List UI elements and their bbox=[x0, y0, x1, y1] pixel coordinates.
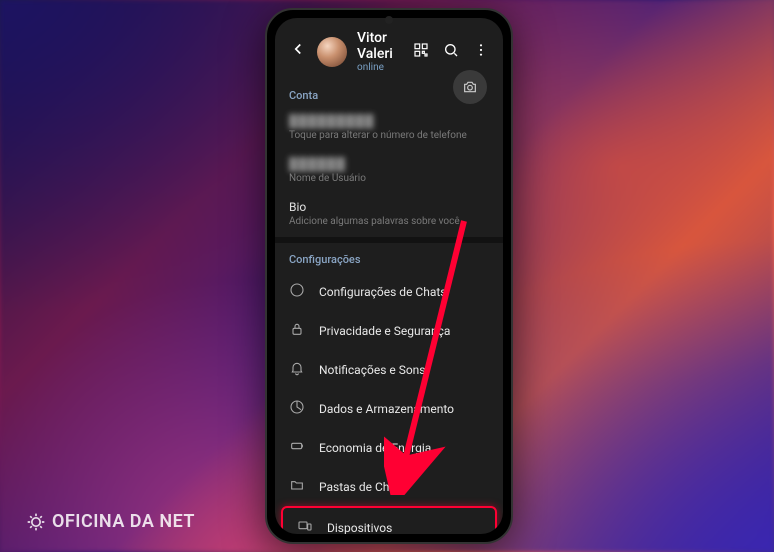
phone-item[interactable]: █████████ Toque para alterar o número de… bbox=[275, 108, 503, 151]
settings-item-label: Privacidade e Segurança bbox=[319, 324, 450, 338]
user-name: Vitor Valeri bbox=[357, 30, 413, 62]
watermark: OFICINA DA NET bbox=[26, 511, 195, 532]
qr-icon[interactable] bbox=[413, 42, 429, 62]
battery-icon bbox=[289, 438, 305, 457]
phone-value: █████████ bbox=[289, 114, 489, 128]
more-icon[interactable] bbox=[473, 42, 489, 62]
folder-icon bbox=[289, 477, 305, 496]
settings-item-data[interactable]: Dados e Armazenamento bbox=[275, 389, 503, 428]
camera-notch bbox=[385, 16, 393, 24]
devices-icon bbox=[297, 518, 313, 534]
settings-item-label: Configurações de Chats bbox=[319, 285, 446, 299]
settings-item-label: Notificações e Sons bbox=[319, 363, 426, 377]
settings-item-label: Dados e Armazenamento bbox=[319, 402, 454, 416]
username-value: ██████ bbox=[289, 157, 489, 171]
chat-icon bbox=[289, 282, 305, 301]
settings-item-privacy[interactable]: Privacidade e Segurança bbox=[275, 311, 503, 350]
settings-list: Configurações de Chats Privacidade e Seg… bbox=[275, 272, 503, 534]
settings-item-notifications[interactable]: Notificações e Sons bbox=[275, 350, 503, 389]
search-icon[interactable] bbox=[443, 42, 459, 62]
settings-item-folders[interactable]: Pastas de Chat bbox=[275, 467, 503, 506]
bio-label: Bio bbox=[289, 200, 489, 214]
app-screen: Vitor Valeri online bbox=[275, 18, 503, 534]
watermark-text: OFICINA DA NET bbox=[52, 511, 195, 532]
settings-section-header: Configurações bbox=[275, 243, 503, 272]
settings-item-devices[interactable]: Dispositivos bbox=[283, 508, 495, 534]
highlight-annotation: Dispositivos bbox=[281, 506, 497, 534]
username-subtitle: Nome de Usuário bbox=[289, 173, 489, 184]
settings-item-chats[interactable]: Configurações de Chats bbox=[275, 272, 503, 311]
settings-item-battery[interactable]: Economia de Energia bbox=[275, 428, 503, 467]
change-photo-button[interactable] bbox=[453, 70, 487, 104]
settings-item-label: Economia de Energia bbox=[319, 441, 431, 455]
settings-item-label: Dispositivos bbox=[327, 521, 392, 535]
bio-subtitle: Adicione algumas palavras sobre você bbox=[289, 216, 489, 227]
bell-icon bbox=[289, 360, 305, 379]
user-status: online bbox=[357, 62, 413, 73]
data-icon bbox=[289, 399, 305, 418]
lock-icon bbox=[289, 321, 305, 340]
bio-item[interactable]: Bio Adicione algumas palavras sobre você bbox=[275, 194, 503, 237]
back-button[interactable] bbox=[289, 40, 307, 63]
phone-frame: Vitor Valeri online bbox=[265, 8, 513, 544]
settings-item-label: Pastas de Chat bbox=[319, 480, 400, 494]
phone-subtitle: Toque para alterar o número de telefone bbox=[289, 130, 489, 141]
username-item[interactable]: ██████ Nome de Usuário bbox=[275, 151, 503, 194]
avatar[interactable] bbox=[317, 37, 347, 67]
